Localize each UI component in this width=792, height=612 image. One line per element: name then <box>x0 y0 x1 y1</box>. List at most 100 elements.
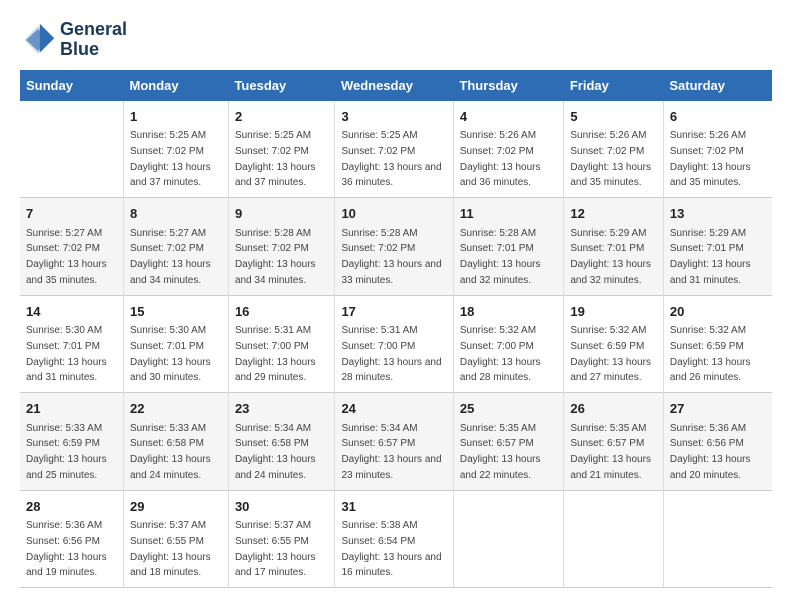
day-number: 15 <box>130 302 222 322</box>
day-number: 9 <box>235 204 329 224</box>
header-day-thursday: Thursday <box>453 70 563 101</box>
day-cell: 15Sunrise: 5:30 AMSunset: 7:01 PMDayligh… <box>123 295 228 393</box>
logo-text: General Blue <box>60 20 127 60</box>
day-cell: 29 Sunrise: 5:37 AMSunset: 6:55 PMDayligh… <box>123 490 228 588</box>
day-cell <box>453 490 563 588</box>
day-cell: 11 Sunrise: 5:28 AMSunset: 7:01 PMDayligh… <box>453 198 563 296</box>
day-info: Sunrise: 5:27 AMSunset: 7:02 PMDaylight:… <box>130 228 211 286</box>
day-number: 31 <box>341 497 446 517</box>
day-number: 21 <box>26 399 117 419</box>
day-number: 3 <box>341 107 446 127</box>
day-number: 22 <box>130 399 222 419</box>
day-number: 18 <box>460 302 557 322</box>
header-day-tuesday: Tuesday <box>228 70 335 101</box>
day-number: 29 <box>130 497 222 517</box>
day-info: Sunrise: 5:29 AMSunset: 7:01 PMDaylight:… <box>670 228 751 286</box>
header-day-friday: Friday <box>564 70 664 101</box>
day-cell: 24Sunrise: 5:34 AMSunset: 6:57 PMDayligh… <box>335 393 453 491</box>
day-number: 28 <box>26 497 117 517</box>
day-info: Sunrise: 5:25 AMSunset: 7:02 PMDaylight:… <box>235 130 316 188</box>
day-cell: 25 Sunrise: 5:35 AMSunset: 6:57 PMDayligh… <box>453 393 563 491</box>
day-number: 30 <box>235 497 329 517</box>
day-number: 4 <box>460 107 557 127</box>
week-row-2: 7 Sunrise: 5:27 AMSunset: 7:02 PMDaylight… <box>20 198 772 296</box>
day-cell: 17 Sunrise: 5:31 AMSunset: 7:00 PMDayligh… <box>335 295 453 393</box>
day-number: 6 <box>670 107 766 127</box>
day-cell <box>20 101 123 198</box>
day-cell: 27 Sunrise: 5:36 AMSunset: 6:56 PMDayligh… <box>663 393 772 491</box>
day-info: Sunrise: 5:26 AMSunset: 7:02 PMDaylight:… <box>570 130 651 188</box>
day-cell: 9 Sunrise: 5:28 AMSunset: 7:02 PMDaylight… <box>228 198 335 296</box>
day-info: Sunrise: 5:31 AMSunset: 7:00 PMDaylight:… <box>341 325 441 383</box>
week-row-4: 21 Sunrise: 5:33 AMSunset: 6:59 PMDayligh… <box>20 393 772 491</box>
page-header: General Blue <box>20 20 772 60</box>
day-info: Sunrise: 5:35 AMSunset: 6:57 PMDaylight:… <box>460 423 541 481</box>
day-info: Sunrise: 5:36 AMSunset: 6:56 PMDaylight:… <box>670 423 751 481</box>
day-number: 25 <box>460 399 557 419</box>
day-number: 17 <box>341 302 446 322</box>
day-info: Sunrise: 5:30 AMSunset: 7:01 PMDaylight:… <box>26 325 107 383</box>
day-cell: 3Sunrise: 5:25 AMSunset: 7:02 PMDaylight… <box>335 101 453 198</box>
day-info: Sunrise: 5:32 AMSunset: 6:59 PMDaylight:… <box>670 325 751 383</box>
header-day-wednesday: Wednesday <box>335 70 453 101</box>
day-cell: 6 Sunrise: 5:26 AMSunset: 7:02 PMDaylight… <box>663 101 772 198</box>
day-info: Sunrise: 5:37 AMSunset: 6:55 PMDaylight:… <box>235 520 316 578</box>
day-info: Sunrise: 5:37 AMSunset: 6:55 PMDaylight:… <box>130 520 211 578</box>
day-number: 10 <box>341 204 446 224</box>
day-number: 2 <box>235 107 329 127</box>
day-info: Sunrise: 5:32 AMSunset: 6:59 PMDaylight:… <box>570 325 651 383</box>
day-number: 1 <box>130 107 222 127</box>
day-info: Sunrise: 5:27 AMSunset: 7:02 PMDaylight:… <box>26 228 107 286</box>
week-row-5: 28Sunrise: 5:36 AMSunset: 6:56 PMDayligh… <box>20 490 772 588</box>
day-cell: 5Sunrise: 5:26 AMSunset: 7:02 PMDaylight… <box>564 101 664 198</box>
week-row-1: 1 Sunrise: 5:25 AMSunset: 7:02 PMDaylight… <box>20 101 772 198</box>
day-info: Sunrise: 5:28 AMSunset: 7:01 PMDaylight:… <box>460 228 541 286</box>
day-number: 7 <box>26 204 117 224</box>
day-cell: 31Sunrise: 5:38 AMSunset: 6:54 PMDayligh… <box>335 490 453 588</box>
day-cell: 1 Sunrise: 5:25 AMSunset: 7:02 PMDaylight… <box>123 101 228 198</box>
day-info: Sunrise: 5:35 AMSunset: 6:57 PMDaylight:… <box>570 423 651 481</box>
day-info: Sunrise: 5:25 AMSunset: 7:02 PMDaylight:… <box>130 130 211 188</box>
day-info: Sunrise: 5:34 AMSunset: 6:58 PMDaylight:… <box>235 423 316 481</box>
day-info: Sunrise: 5:26 AMSunset: 7:02 PMDaylight:… <box>670 130 751 188</box>
day-cell: 8Sunrise: 5:27 AMSunset: 7:02 PMDaylight… <box>123 198 228 296</box>
day-cell: 20 Sunrise: 5:32 AMSunset: 6:59 PMDayligh… <box>663 295 772 393</box>
day-cell: 16 Sunrise: 5:31 AMSunset: 7:00 PMDayligh… <box>228 295 335 393</box>
day-info: Sunrise: 5:33 AMSunset: 6:59 PMDaylight:… <box>26 423 107 481</box>
day-info: Sunrise: 5:31 AMSunset: 7:00 PMDaylight:… <box>235 325 316 383</box>
day-number: 13 <box>670 204 766 224</box>
day-cell: 28Sunrise: 5:36 AMSunset: 6:56 PMDayligh… <box>20 490 123 588</box>
week-row-3: 14 Sunrise: 5:30 AMSunset: 7:01 PMDayligh… <box>20 295 772 393</box>
day-number: 23 <box>235 399 329 419</box>
day-info: Sunrise: 5:33 AMSunset: 6:58 PMDaylight:… <box>130 423 211 481</box>
header-row: SundayMondayTuesdayWednesdayThursdayFrid… <box>20 70 772 101</box>
day-cell: 13 Sunrise: 5:29 AMSunset: 7:01 PMDayligh… <box>663 198 772 296</box>
day-info: Sunrise: 5:29 AMSunset: 7:01 PMDaylight:… <box>570 228 651 286</box>
day-info: Sunrise: 5:32 AMSunset: 7:00 PMDaylight:… <box>460 325 541 383</box>
day-cell <box>663 490 772 588</box>
day-cell: 10Sunrise: 5:28 AMSunset: 7:02 PMDayligh… <box>335 198 453 296</box>
day-cell: 7 Sunrise: 5:27 AMSunset: 7:02 PMDaylight… <box>20 198 123 296</box>
day-cell: 30 Sunrise: 5:37 AMSunset: 6:55 PMDayligh… <box>228 490 335 588</box>
day-cell: 19 Sunrise: 5:32 AMSunset: 6:59 PMDayligh… <box>564 295 664 393</box>
day-cell: 22 Sunrise: 5:33 AMSunset: 6:58 PMDayligh… <box>123 393 228 491</box>
day-info: Sunrise: 5:26 AMSunset: 7:02 PMDaylight:… <box>460 130 541 188</box>
day-number: 19 <box>570 302 657 322</box>
day-cell <box>564 490 664 588</box>
day-cell: 26Sunrise: 5:35 AMSunset: 6:57 PMDayligh… <box>564 393 664 491</box>
day-cell: 21 Sunrise: 5:33 AMSunset: 6:59 PMDayligh… <box>20 393 123 491</box>
day-cell: 2 Sunrise: 5:25 AMSunset: 7:02 PMDaylight… <box>228 101 335 198</box>
day-number: 16 <box>235 302 329 322</box>
day-number: 14 <box>26 302 117 322</box>
day-number: 11 <box>460 204 557 224</box>
day-info: Sunrise: 5:28 AMSunset: 7:02 PMDaylight:… <box>235 228 316 286</box>
day-cell: 12Sunrise: 5:29 AMSunset: 7:01 PMDayligh… <box>564 198 664 296</box>
day-cell: 18 Sunrise: 5:32 AMSunset: 7:00 PMDayligh… <box>453 295 563 393</box>
day-info: Sunrise: 5:34 AMSunset: 6:57 PMDaylight:… <box>341 423 441 481</box>
day-number: 20 <box>670 302 766 322</box>
header-day-saturday: Saturday <box>663 70 772 101</box>
day-number: 27 <box>670 399 766 419</box>
logo: General Blue <box>20 20 127 60</box>
header-day-sunday: Sunday <box>20 70 123 101</box>
logo-icon <box>20 22 56 58</box>
